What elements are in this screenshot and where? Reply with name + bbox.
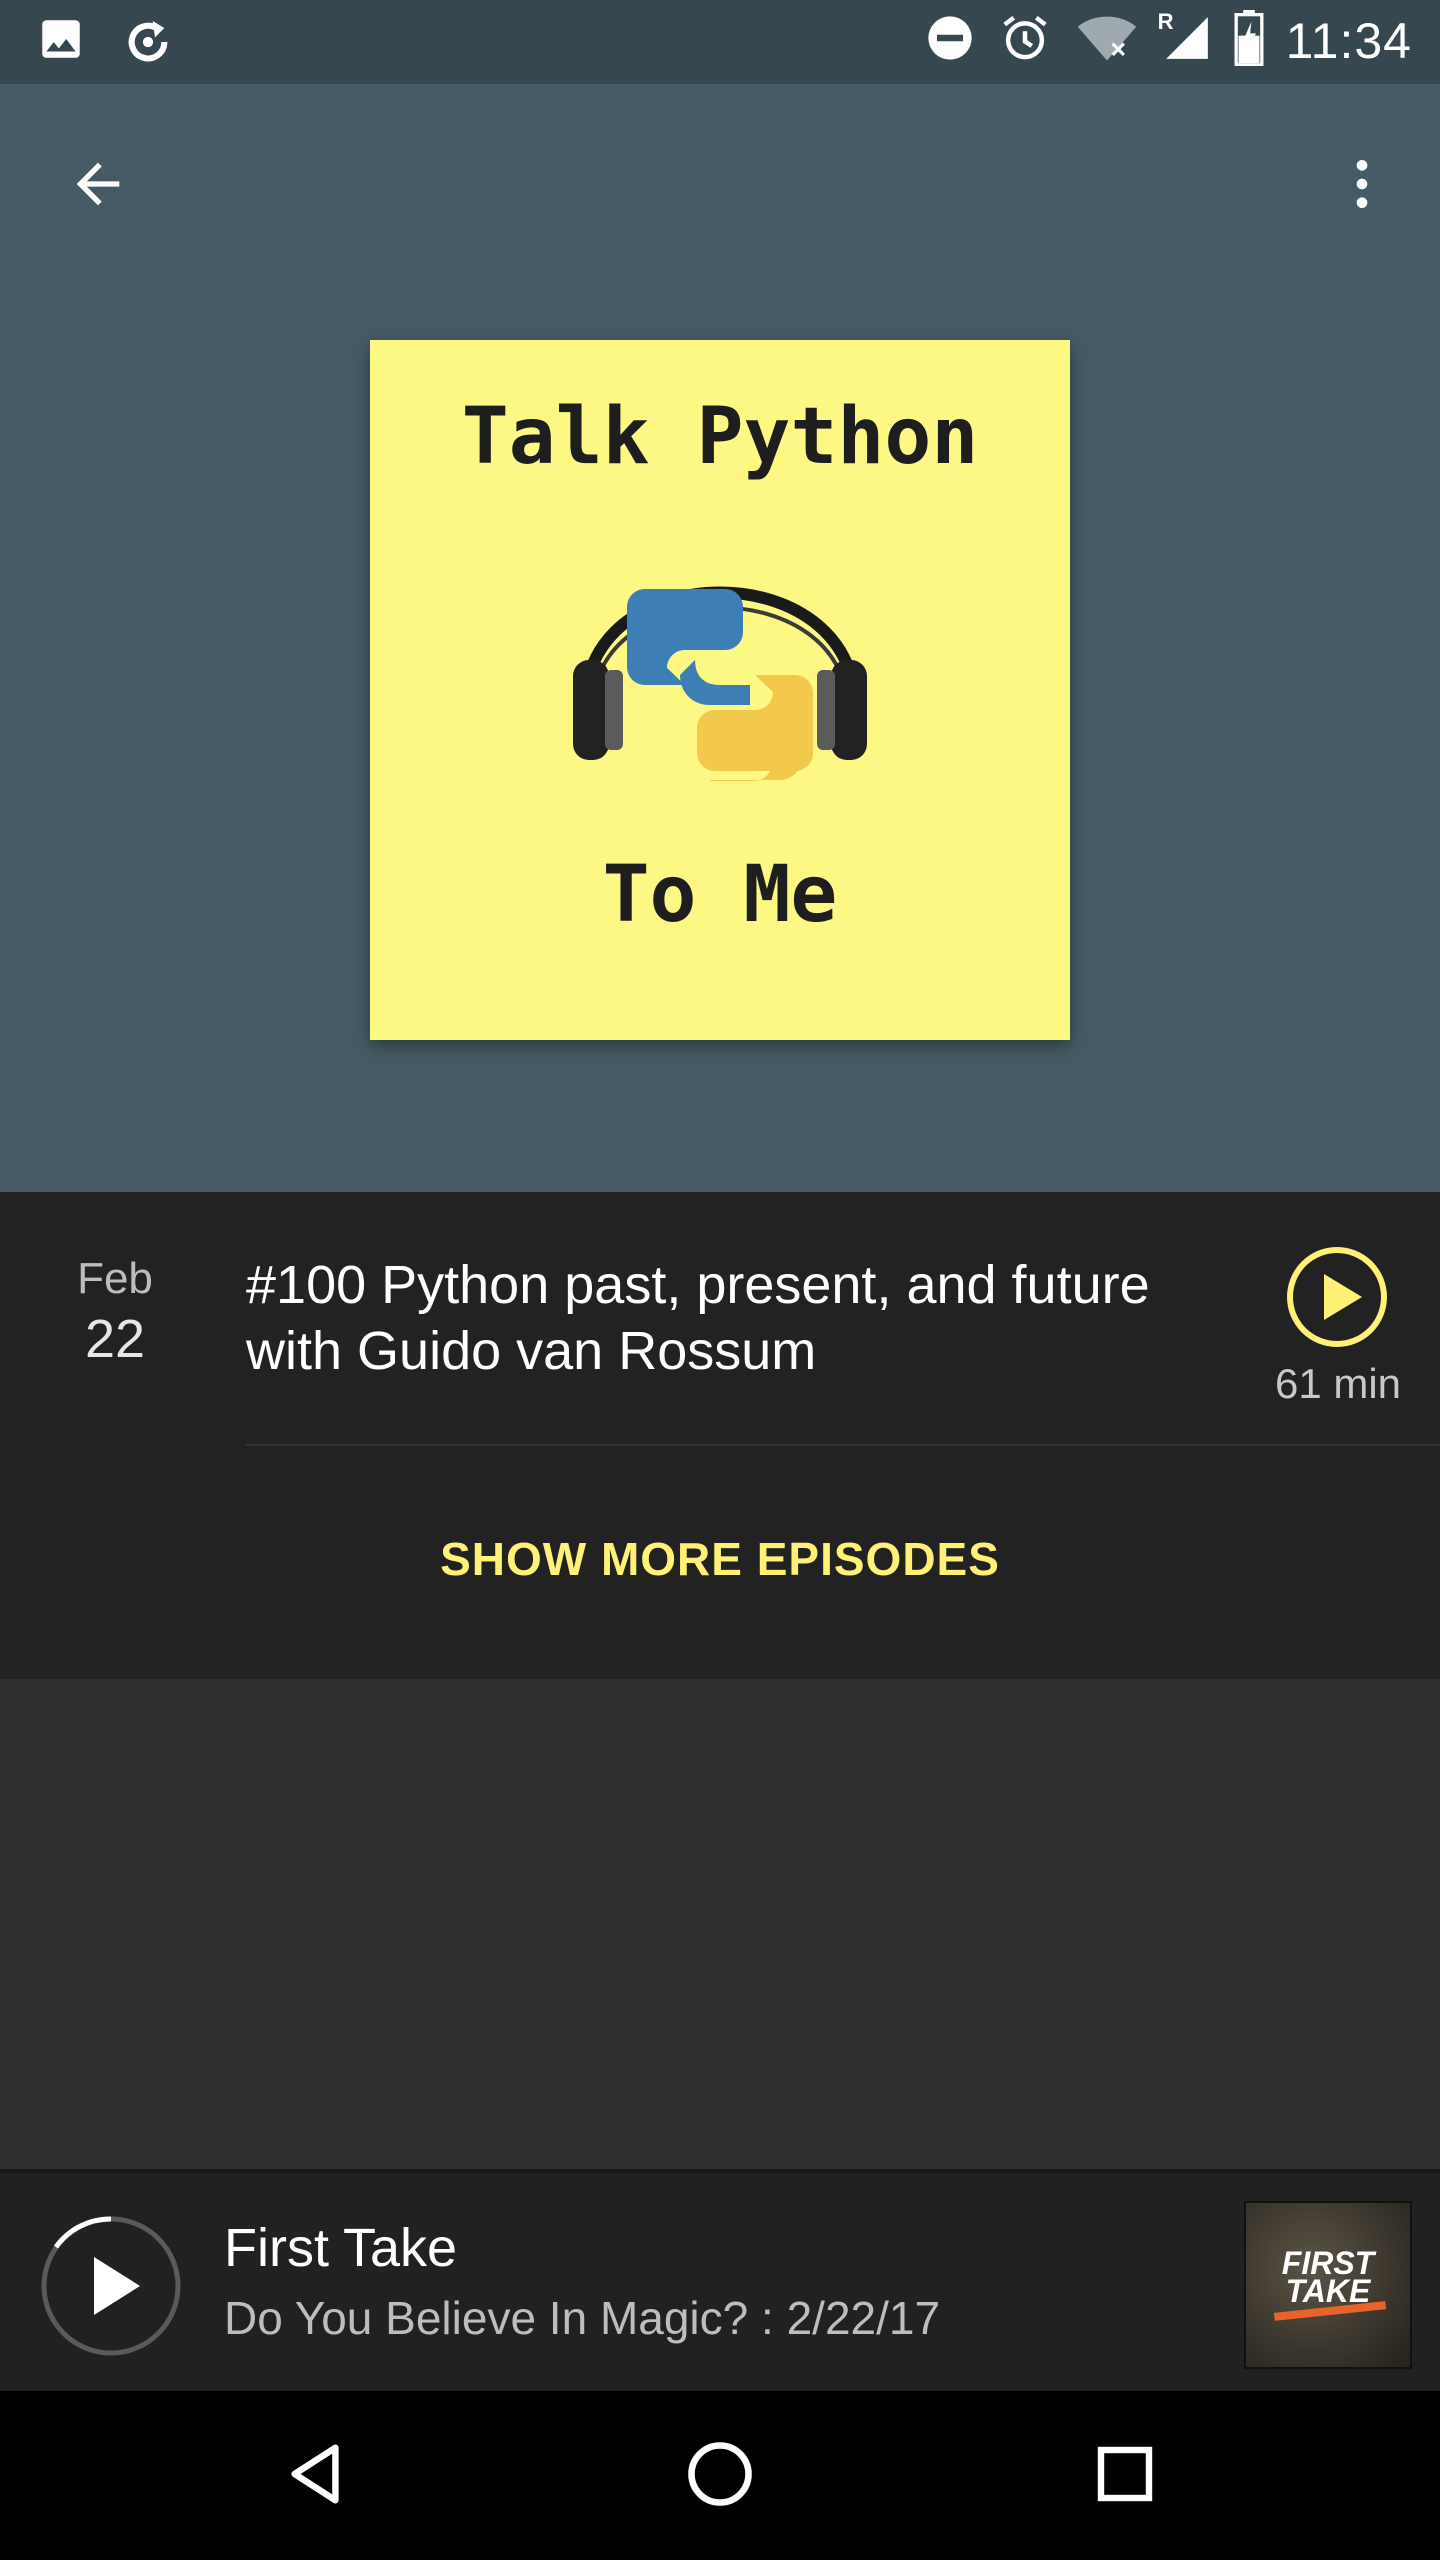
python-headphones-icon (573, 586, 867, 781)
clock: 11:34 (1285, 12, 1412, 69)
wifi-icon (1074, 11, 1140, 70)
now-playing-title: First Take (224, 2218, 458, 2278)
arrow-back-icon (66, 152, 130, 221)
status-bar: R 11:34 (0, 0, 1440, 84)
show-more-episodes-button[interactable]: SHOW MORE EPISODES (0, 1532, 1440, 1586)
overflow-menu-button[interactable] (1320, 144, 1404, 228)
alarm-icon (998, 11, 1052, 70)
more-vert-icon (1330, 152, 1394, 221)
nav-recents-button[interactable] (1080, 2431, 1170, 2521)
home-circle-icon (684, 2438, 756, 2515)
empty-content-area (0, 1679, 1440, 2169)
battery-icon (1234, 10, 1264, 71)
now-playing-bar[interactable]: First Take Do You Believe In Magic? : 2/… (0, 2169, 1440, 2391)
now-playing-episode: Do You Believe In Magic? : 2/22/17 (224, 2292, 941, 2344)
signal-icon: R (1158, 9, 1212, 68)
system-nav-bar (0, 2391, 1440, 2560)
thumb-text-take: TAKE (1285, 2273, 1371, 2309)
play-circle-icon (1284, 1247, 1390, 1354)
back-triangle-icon (280, 2439, 350, 2514)
nav-home-button[interactable] (675, 2431, 765, 2521)
podcast-artwork: Talk Python To Me (370, 340, 1070, 1040)
episode-day: 22 (84, 1309, 146, 1369)
now-playing-play-button[interactable] (38, 2213, 184, 2359)
image-icon (36, 14, 86, 75)
episode-title[interactable]: #100 Python past, present, and future wi… (246, 1252, 1206, 1384)
episode-duration: 61 min (1274, 1360, 1402, 1407)
episode-play-button[interactable] (1284, 1244, 1390, 1350)
podcast-header: Talk Python To Me (0, 84, 1440, 1192)
episode-date: Feb 22 (40, 1254, 190, 1370)
back-button[interactable] (56, 144, 140, 228)
now-playing-thumbnail[interactable]: FIRST TAKE (1244, 2201, 1412, 2369)
sync-icon (120, 14, 176, 75)
episode-list: Feb 22 #100 Python past, present, and fu… (0, 1192, 1440, 1679)
artwork-title: Talk Python (461, 392, 979, 482)
do-not-disturb-icon (924, 12, 976, 69)
divider (246, 1444, 1440, 1446)
artwork-subtitle: To Me (602, 850, 838, 940)
episode-month: Feb (77, 1254, 153, 1303)
nav-back-button[interactable] (270, 2431, 360, 2521)
recents-square-icon (1093, 2442, 1157, 2511)
play-icon (38, 2216, 184, 2363)
